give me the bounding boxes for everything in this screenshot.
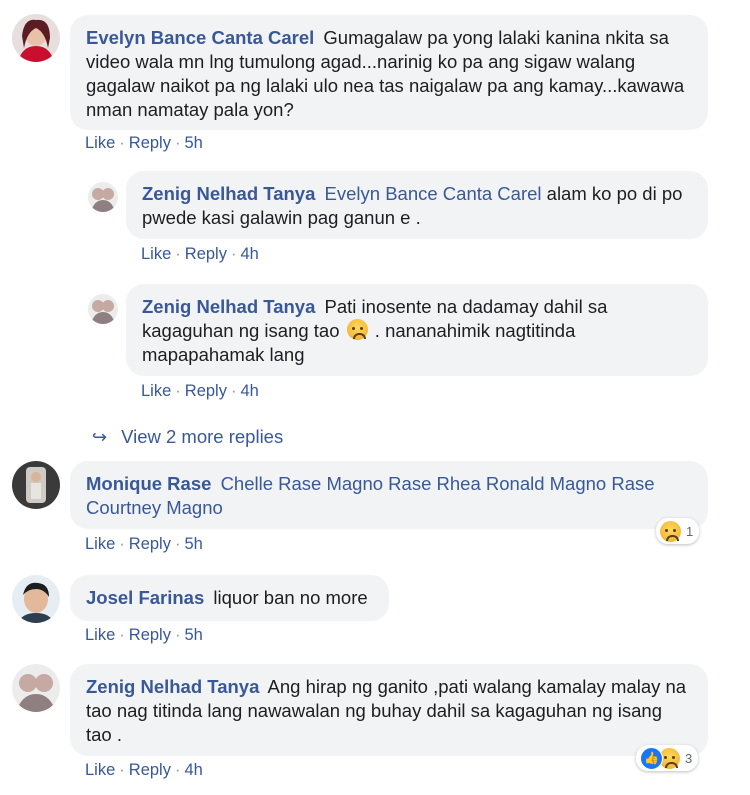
reply-link[interactable]: Reply bbox=[185, 245, 227, 263]
comment-actions: Like · Reply · 4h bbox=[141, 382, 259, 401]
separator: · bbox=[119, 626, 125, 644]
comment-author[interactable]: Zenig Nelhad Tanya bbox=[142, 296, 315, 317]
comment-author[interactable]: Zenig Nelhad Tanya bbox=[142, 183, 315, 204]
comment-bubble: Evelyn Bance Canta Carel Gumagalaw pa yo… bbox=[70, 15, 708, 130]
view-more-label: View 2 more replies bbox=[121, 426, 284, 447]
comment-author[interactable]: Zenig Nelhad Tanya bbox=[86, 676, 259, 697]
avatar-zenig-icon bbox=[88, 294, 118, 324]
reaction-summary[interactable]: 1 bbox=[656, 518, 700, 544]
separator: · bbox=[174, 626, 181, 644]
separator: · bbox=[175, 382, 181, 400]
separator: · bbox=[119, 535, 125, 553]
separator: · bbox=[174, 134, 181, 152]
sad-reaction-icon bbox=[660, 520, 681, 542]
separator: · bbox=[175, 245, 181, 263]
reply-link[interactable]: Reply bbox=[129, 761, 171, 779]
avatar[interactable] bbox=[12, 14, 60, 62]
timestamp[interactable]: 5h bbox=[184, 626, 202, 644]
comment-bubble: Josel Farinas liquor ban no more bbox=[70, 575, 389, 621]
like-link[interactable]: Like bbox=[85, 134, 115, 152]
mention-link[interactable]: Evelyn Bance Canta Carel bbox=[325, 183, 542, 204]
avatar[interactable] bbox=[88, 294, 118, 324]
reply-bubble: Zenig Nelhad Tanya Pati inosente na dada… bbox=[126, 284, 708, 376]
reply-link[interactable]: Reply bbox=[185, 382, 227, 400]
comment-actions: Like · Reply · 5h bbox=[85, 626, 203, 645]
comment-actions: Like · Reply · 4h bbox=[85, 761, 203, 780]
like-link[interactable]: Like bbox=[85, 626, 115, 644]
view-more-replies[interactable]: ↪ View 2 more replies bbox=[92, 426, 283, 448]
reply-link[interactable]: Reply bbox=[129, 626, 171, 644]
like-reaction-icon: 👍 bbox=[640, 746, 663, 770]
separator: · bbox=[230, 382, 237, 400]
reaction-count: 3 bbox=[685, 750, 693, 766]
reaction-summary[interactable]: 👍 3 bbox=[636, 745, 699, 771]
timestamp[interactable]: 4h bbox=[240, 382, 258, 400]
like-link[interactable]: Like bbox=[141, 245, 171, 263]
comment-bubble: Zenig Nelhad Tanya Ang hirap ng ganito ,… bbox=[70, 664, 708, 756]
timestamp[interactable]: 4h bbox=[240, 245, 258, 263]
avatar[interactable] bbox=[88, 182, 118, 212]
avatar-josel-icon bbox=[12, 575, 60, 623]
separator: · bbox=[119, 134, 125, 152]
like-link[interactable]: Like bbox=[85, 761, 115, 779]
comment-actions: Like · Reply · 4h bbox=[141, 245, 259, 264]
timestamp[interactable]: 4h bbox=[184, 761, 202, 779]
reply-link[interactable]: Reply bbox=[129, 535, 171, 553]
reply-arrow-icon: ↪ bbox=[92, 427, 108, 447]
sad-face-icon bbox=[346, 319, 368, 340]
timestamp[interactable]: 5h bbox=[184, 134, 202, 152]
separator: · bbox=[174, 761, 181, 779]
avatar-zenig-icon bbox=[88, 182, 118, 212]
separator: · bbox=[230, 245, 237, 263]
reply-bubble: Zenig Nelhad Tanya Evelyn Bance Canta Ca… bbox=[126, 171, 708, 239]
comment-actions: Like · Reply · 5h bbox=[85, 134, 203, 153]
comment-actions: Like · Reply · 5h bbox=[85, 535, 203, 554]
like-link[interactable]: Like bbox=[141, 382, 171, 400]
avatar[interactable] bbox=[12, 461, 60, 509]
avatar-monique-icon bbox=[12, 461, 60, 509]
like-link[interactable]: Like bbox=[85, 535, 115, 553]
separator: · bbox=[119, 761, 125, 779]
comment-text: liquor ban no more bbox=[213, 587, 368, 608]
reaction-count: 1 bbox=[686, 523, 694, 539]
comment-author[interactable]: Evelyn Bance Canta Carel bbox=[86, 27, 314, 48]
avatar-zenig-icon bbox=[12, 664, 60, 712]
comment-author[interactable]: Monique Rase bbox=[86, 473, 211, 494]
avatar[interactable] bbox=[12, 575, 60, 623]
timestamp[interactable]: 5h bbox=[184, 535, 202, 553]
separator: · bbox=[174, 535, 181, 553]
avatar-evelyn-icon bbox=[12, 14, 60, 62]
comment-author[interactable]: Josel Farinas bbox=[86, 587, 204, 608]
avatar[interactable] bbox=[12, 664, 60, 712]
reply-link[interactable]: Reply bbox=[129, 134, 171, 152]
comment-bubble: Monique Rase Chelle Rase Magno Rase Rhea… bbox=[70, 461, 708, 529]
